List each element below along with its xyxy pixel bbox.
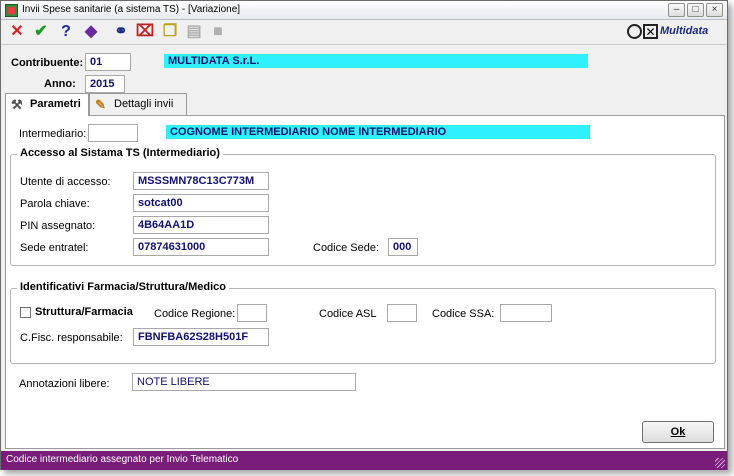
paste-icon[interactable]: ▤ — [184, 22, 204, 42]
edit-note-icon: ✎ — [95, 97, 106, 112]
resize-grip-icon[interactable] — [715, 458, 725, 468]
close-window-button[interactable]: × — [706, 3, 723, 17]
utente-label: Utente di accesso: — [20, 176, 111, 188]
cf-responsabile-field[interactable]: FBNFBA62S28H501F — [133, 328, 269, 346]
toolbar: ✕ ✔ ? ◆ ⚭ ⌧ ❐ ▤ ■ ✕ Multidata — [1, 20, 727, 45]
struttura-checkbox[interactable] — [20, 307, 31, 318]
logo-x-icon: ✕ — [643, 24, 658, 39]
contribuente-name: MULTIDATA S.r.L. — [164, 54, 588, 68]
close-x-icon[interactable]: ✕ — [7, 22, 27, 42]
anno-label: Anno: — [44, 78, 76, 90]
annotazioni-field[interactable]: NOTE LIBERE — [132, 373, 356, 391]
sede-entratel-field[interactable]: 07874631000 — [133, 238, 269, 256]
tools-icon: ⚒ — [11, 97, 23, 112]
contribuente-label: Contribuente: — [11, 57, 84, 69]
copy-icon[interactable]: ❐ — [160, 22, 180, 42]
utente-field[interactable]: MSSSMN78C13C773M — [133, 172, 269, 190]
codice-regione-label: Codice Regione: — [154, 308, 236, 320]
disabled-icon[interactable]: ■ — [208, 22, 228, 42]
struttura-label: Struttura/Farmacia — [35, 306, 133, 318]
pin-label: PIN assegnato: — [20, 220, 96, 232]
cf-responsabile-label: C.Fisc. responsabile: — [20, 332, 123, 344]
confirm-check-icon[interactable]: ✔ — [31, 22, 51, 42]
accesso-group: Accesso al Sistama TS (Intermediario) Ut… — [10, 147, 716, 266]
codice-sede-field[interactable]: 000 — [388, 238, 418, 256]
window-title: Invii Spese sanitarie (a sistema TS) - [… — [22, 4, 241, 15]
multidata-logo: ✕ Multidata — [627, 23, 719, 41]
maximize-button[interactable]: □ — [687, 3, 704, 17]
codice-asl-field[interactable] — [387, 304, 417, 322]
tab-dettagli-invii[interactable]: ✎ Dettagli invii — [89, 93, 187, 115]
annotazioni-label: Annotazioni libere: — [19, 378, 110, 390]
anno-field[interactable]: 2015 — [85, 75, 125, 93]
intermediario-name: COGNOME INTERMEDIARIO NOME INTERMEDIARIO — [166, 125, 590, 139]
status-bar: Codice intermediario assegnato per Invio… — [1, 451, 727, 470]
binoculars-icon[interactable]: ⚭ — [111, 22, 131, 42]
help-icon[interactable]: ? — [56, 22, 76, 42]
codice-ssa-label: Codice SSA: — [432, 308, 495, 320]
pin-field[interactable]: 4B64AA1D — [133, 216, 269, 234]
diamond-tool-icon[interactable]: ◆ — [81, 22, 101, 42]
ok-button[interactable]: Ok — [642, 421, 714, 443]
app-icon — [5, 4, 18, 17]
accesso-group-title: Accesso al Sistama TS (Intermediario) — [17, 147, 223, 159]
status-text: Codice intermediario assegnato per Invio… — [6, 454, 239, 465]
minimize-button[interactable]: – — [668, 3, 685, 17]
identificativi-group-title: Identificativi Farmacia/Struttura/Medico — [17, 281, 229, 293]
parola-chiave-label: Parola chiave: — [20, 198, 90, 210]
logo-circle-icon — [627, 24, 642, 39]
codice-regione-field[interactable] — [237, 304, 267, 322]
codice-sede-label: Codice Sede: — [313, 242, 380, 254]
sede-entratel-label: Sede entratel: — [20, 242, 89, 254]
main-window: Invii Spese sanitarie (a sistema TS) - [… — [0, 0, 728, 470]
tab-parametri[interactable]: ⚒ Parametri — [5, 93, 89, 116]
codice-ssa-field[interactable] — [500, 304, 552, 322]
parola-chiave-field[interactable]: sotcat00 — [133, 194, 269, 212]
title-bar: Invii Spese sanitarie (a sistema TS) - [… — [1, 1, 727, 20]
delete-record-icon[interactable]: ⌧ — [135, 22, 155, 42]
intermediario-label: Intermediario: — [19, 128, 87, 140]
codice-asl-label: Codice ASL — [319, 308, 377, 320]
parametri-panel: Intermediario: COGNOME INTERMEDIARIO NOM… — [5, 115, 725, 449]
identificativi-group: Identificativi Farmacia/Struttura/Medico… — [10, 281, 716, 364]
intermediario-field[interactable] — [88, 124, 138, 142]
contribuente-code-field[interactable]: 01 — [85, 53, 131, 71]
